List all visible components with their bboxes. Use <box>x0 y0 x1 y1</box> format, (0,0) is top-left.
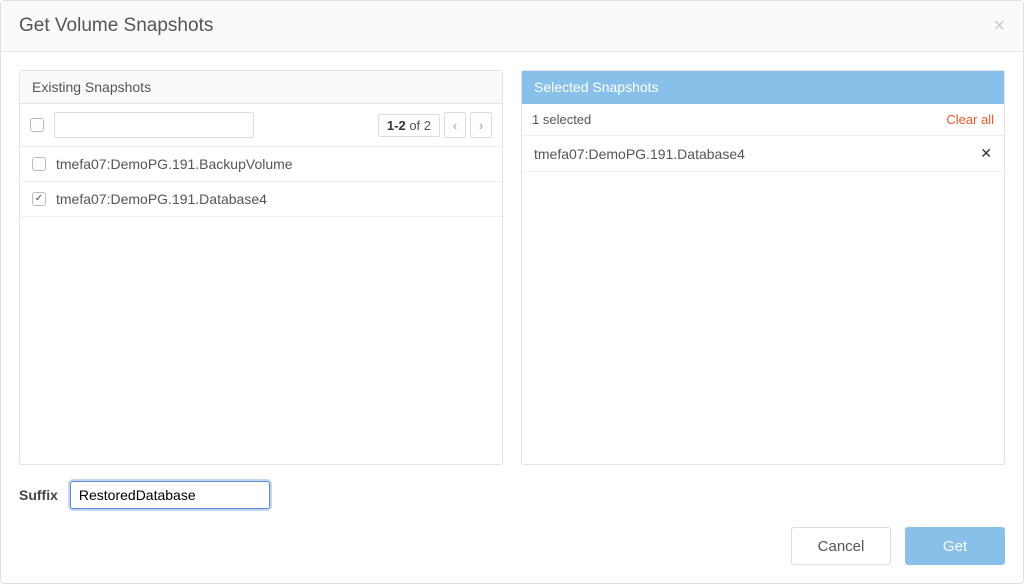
select-all-checkbox[interactable] <box>30 118 44 132</box>
row-checkbox[interactable] <box>32 192 46 206</box>
clear-all-link[interactable]: Clear all <box>946 112 994 127</box>
cancel-button[interactable]: Cancel <box>791 527 891 565</box>
panel-existing-snapshots: Existing Snapshots 1-2 of 2 ‹ › tmefa07:… <box>19 70 503 465</box>
chevron-left-icon: ‹ <box>453 118 457 133</box>
search-input[interactable] <box>54 112 254 138</box>
dialog-body: Existing Snapshots 1-2 of 2 ‹ › tmefa07:… <box>1 52 1023 527</box>
dialog-title: Get Volume Snapshots <box>19 15 213 37</box>
panel-selected-header: Selected Snapshots <box>522 71 1004 104</box>
selected-count: 1 selected <box>532 112 591 127</box>
row-label: tmefa07:DemoPG.191.Database4 <box>56 191 490 207</box>
dialog-get-volume-snapshots: Get Volume Snapshots × Existing Snapshot… <box>0 0 1024 584</box>
pager-prev-button[interactable]: ‹ <box>444 112 466 138</box>
panel-selected-snapshots: Selected Snapshots 1 selected Clear all … <box>521 70 1005 465</box>
suffix-label: Suffix <box>19 487 58 503</box>
columns: Existing Snapshots 1-2 of 2 ‹ › tmefa07:… <box>19 70 1005 465</box>
pager: 1-2 of 2 ‹ › <box>378 112 492 138</box>
panel-existing-toolbar: 1-2 of 2 ‹ › <box>20 104 502 147</box>
chevron-right-icon: › <box>479 118 483 133</box>
pager-range: 1-2 of 2 <box>378 114 440 137</box>
pager-next-button[interactable]: › <box>470 112 492 138</box>
get-button[interactable]: Get <box>905 527 1005 565</box>
existing-list: tmefa07:DemoPG.191.BackupVolume tmefa07:D… <box>20 147 502 464</box>
bottom-area: Suffix <box>19 481 1005 509</box>
pager-range-rest: of 2 <box>406 118 431 133</box>
suffix-input[interactable] <box>70 481 270 509</box>
table-row[interactable]: tmefa07:DemoPG.191.Database4 <box>20 182 502 217</box>
row-label: tmefa07:DemoPG.191.BackupVolume <box>56 156 490 172</box>
panel-existing-header: Existing Snapshots <box>20 71 502 104</box>
selected-list: tmefa07:DemoPG.191.Database4 ✕ <box>522 136 1004 464</box>
close-icon[interactable]: × <box>993 16 1005 36</box>
dialog-footer: Cancel Get <box>1 527 1023 583</box>
dialog-header: Get Volume Snapshots × <box>1 1 1023 52</box>
panel-selected-toolbar: 1 selected Clear all <box>522 104 1004 136</box>
remove-icon[interactable]: ✕ <box>980 145 992 162</box>
suffix-row: Suffix <box>19 481 1005 509</box>
row-label: tmefa07:DemoPG.191.Database4 <box>534 146 970 162</box>
pager-range-bold: 1-2 <box>387 118 406 133</box>
table-row[interactable]: tmefa07:DemoPG.191.BackupVolume <box>20 147 502 182</box>
row-checkbox[interactable] <box>32 157 46 171</box>
table-row: tmefa07:DemoPG.191.Database4 ✕ <box>522 136 1004 172</box>
